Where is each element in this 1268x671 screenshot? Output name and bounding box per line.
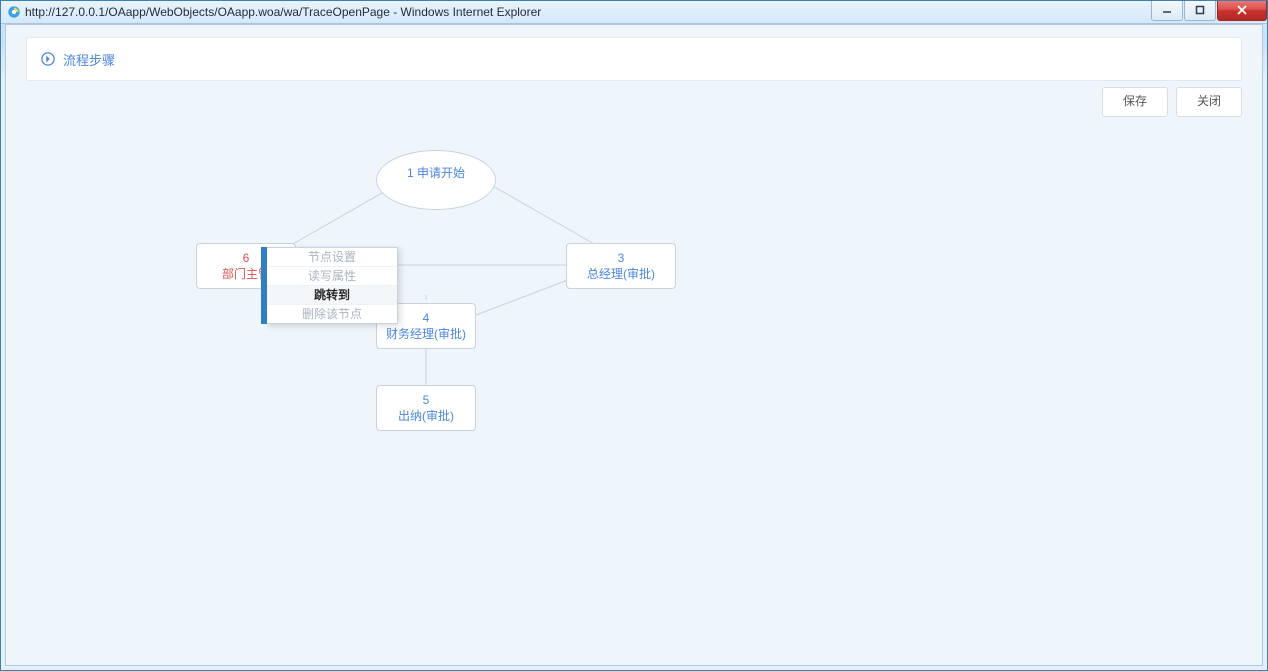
flow-node-start[interactable]: 1 申请开始 <box>376 150 496 210</box>
menu-item-jump-to[interactable]: 跳转到 <box>267 286 397 305</box>
node-number: 3 <box>571 250 671 266</box>
node-label: 出纳(审批) <box>398 409 454 423</box>
window-controls <box>1150 0 1267 21</box>
flow-edges <box>26 125 1242 651</box>
flow-canvas[interactable]: 1 申请开始 6 部门主管 3 总经理(审批) 4 财务经理(审批) 5 出纳(… <box>26 125 1242 651</box>
flow-node-gm-approval[interactable]: 3 总经理(审批) <box>566 243 676 289</box>
window-title: http://127.0.0.1/OAapp/WebObjects/OAapp.… <box>25 5 541 19</box>
minimize-button[interactable] <box>1151 0 1183 21</box>
save-button[interactable]: 保存 <box>1102 87 1168 117</box>
window-frame: http://127.0.0.1/OAapp/WebObjects/OAapp.… <box>0 0 1268 671</box>
context-menu-indicator <box>261 247 267 324</box>
chevron-right-circle-icon <box>41 52 55 66</box>
toolbar: 保存 关闭 <box>1102 87 1242 117</box>
panel-header: 流程步骤 <box>26 37 1242 81</box>
node-number: 5 <box>381 392 471 408</box>
ie-icon <box>7 5 21 19</box>
close-window-button[interactable] <box>1217 0 1267 21</box>
menu-item-node-settings[interactable]: 节点设置 <box>267 248 397 267</box>
panel-title: 流程步骤 <box>63 50 115 69</box>
title-bar: http://127.0.0.1/OAapp/WebObjects/OAapp.… <box>1 1 1267 24</box>
menu-item-rw-attributes[interactable]: 读写属性 <box>267 267 397 286</box>
node-label: 财务经理(审批) <box>386 327 466 341</box>
menu-item-delete-node[interactable]: 删除该节点 <box>267 305 397 323</box>
node-context-menu: 节点设置 读写属性 跳转到 删除该节点 <box>266 247 398 324</box>
background-window-title <box>571 4 727 21</box>
node-label: 总经理(审批) <box>587 267 655 281</box>
node-label: 申请开始 <box>417 166 465 180</box>
close-button[interactable]: 关闭 <box>1176 87 1242 117</box>
flow-node-cashier-approval[interactable]: 5 出纳(审批) <box>376 385 476 431</box>
maximize-button[interactable] <box>1184 0 1216 21</box>
node-number: 1 <box>407 166 414 180</box>
content-area: 流程步骤 保存 关闭 1 申请开始 6 部门主管 <box>5 24 1263 666</box>
